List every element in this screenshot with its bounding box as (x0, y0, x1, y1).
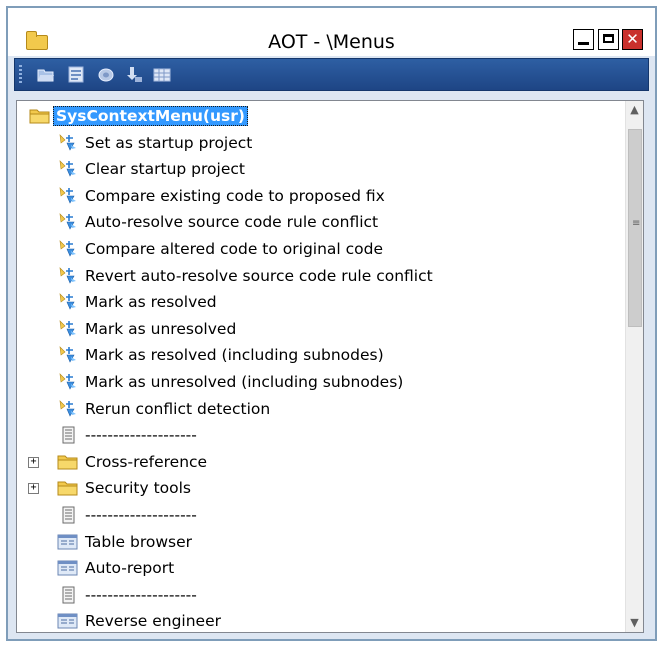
expand-icon[interactable]: + (28, 456, 39, 468)
tree-item-label: Compare altered code to original code (85, 240, 384, 258)
compile-icon[interactable] (97, 66, 115, 83)
maximize-button[interactable] (598, 29, 619, 50)
expand-icon[interactable]: + (28, 483, 39, 495)
tree-item-label: Mark as unresolved (85, 319, 237, 338)
tree-item-label: Mark as resolved (including subnodes) (85, 346, 384, 365)
import-icon[interactable] (125, 66, 143, 83)
menu-item-action-icon (57, 186, 79, 209)
vertical-scrollbar[interactable]: ▲ ≡ ▼ (625, 101, 643, 632)
folder-icon (57, 453, 79, 475)
tree-item-label: Mark as unresolved (including subnodes) (85, 373, 404, 391)
menu-item-action-icon (57, 373, 79, 395)
toolbar-grip[interactable] (19, 65, 22, 85)
aot-window: AOT - \Menus ✕ SysContextMenu(usr) Set a… (6, 6, 657, 641)
folder-icon (57, 479, 79, 501)
tree-item-label: Auto-resolve source code rule conflict (85, 213, 379, 232)
tree-item-label: Compare existing code to proposed fix (85, 186, 385, 205)
menu-item-action-icon (57, 319, 79, 342)
tree-item-label: Reverse engineer (85, 612, 222, 631)
form-icon (57, 533, 79, 555)
minimize-button[interactable] (573, 29, 594, 50)
tree-item-label: -------------------- (85, 585, 197, 604)
folder-icon (29, 107, 51, 129)
tree-item-label: Set as startup project (85, 133, 253, 152)
form-icon (57, 612, 79, 632)
menu-item-action-icon (57, 346, 79, 368)
menu-item-action-icon (57, 399, 79, 422)
tree-item-label: -------------------- (85, 426, 197, 445)
tree-item-label: Rerun conflict detection (85, 399, 271, 418)
menu-item-action-icon (57, 160, 79, 182)
menu-item-action-icon (57, 293, 79, 315)
tree-item-label: -------------------- (85, 506, 197, 524)
close-button[interactable]: ✕ (622, 29, 643, 50)
title-bar[interactable]: AOT - \Menus ✕ (8, 8, 655, 56)
separator-icon (57, 506, 79, 528)
menu-item-action-icon (57, 213, 79, 235)
tree-item-label: Auto-report (85, 559, 175, 578)
properties-icon[interactable] (67, 66, 85, 83)
tree-item-label: Security tools (85, 479, 192, 498)
open-icon[interactable] (37, 66, 55, 83)
tree-item-label: Revert auto-resolve source code rule con… (85, 266, 433, 285)
tree-item-label: Table browser (85, 532, 193, 551)
form-icon (57, 559, 79, 581)
window-title: AOT - \Menus (268, 31, 395, 53)
maximize-icon (603, 34, 614, 43)
tree-item-label: Clear startup project (85, 160, 245, 179)
grid-icon[interactable] (153, 66, 171, 83)
menu-item-action-icon (57, 240, 79, 262)
separator-icon (57, 426, 79, 448)
tree-item-label: Mark as resolved (85, 293, 217, 312)
scroll-down-arrow[interactable]: ▼ (626, 614, 643, 632)
menu-item-action-icon (57, 133, 79, 156)
tree-node-label: SysContextMenu(usr) (53, 106, 248, 126)
separator-icon (57, 586, 79, 608)
tree-item-label: Cross-reference (85, 452, 208, 471)
thumb-grip-icon: ≡ (632, 218, 641, 229)
aot-tree-view[interactable]: SysContextMenu(usr) Set as startup projec… (16, 100, 644, 633)
menu-item-action-icon (57, 266, 79, 289)
scroll-up-arrow[interactable]: ▲ (626, 101, 643, 119)
scroll-thumb[interactable]: ≡ (628, 129, 642, 327)
close-icon: ✕ (626, 30, 639, 48)
toolbar (14, 58, 649, 91)
minimize-icon (578, 42, 589, 45)
